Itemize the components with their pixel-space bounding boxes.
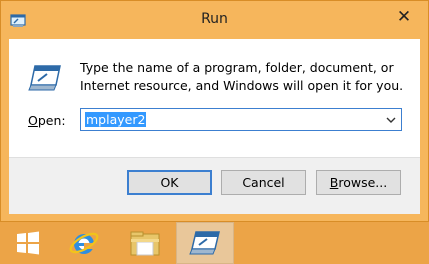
taskbar <box>0 222 429 264</box>
internet-explorer-icon <box>69 232 99 254</box>
run-icon <box>27 63 63 93</box>
browse-button[interactable]: Browse... <box>316 170 401 195</box>
run-dialog-window: Run ✕ Type the name of a program, folder… <box>0 0 429 222</box>
taskbar-internet-explorer[interactable] <box>56 222 112 264</box>
open-label: Open: <box>28 113 66 128</box>
open-input[interactable]: mplayer2 <box>85 112 147 127</box>
close-button[interactable]: ✕ <box>393 7 415 27</box>
open-combobox[interactable]: mplayer2 <box>80 108 402 131</box>
cancel-button[interactable]: Cancel <box>221 170 306 195</box>
title-bar[interactable]: Run ✕ <box>1 1 428 39</box>
dialog-body: Type the name of a program, folder, docu… <box>9 39 420 214</box>
taskbar-file-explorer[interactable] <box>117 222 173 264</box>
open-label-accelerator: O <box>28 113 38 128</box>
start-button[interactable] <box>0 222 56 264</box>
run-icon <box>189 231 220 255</box>
start-icon <box>17 231 39 255</box>
window-title: Run <box>201 11 228 27</box>
chevron-down-icon[interactable] <box>384 112 398 127</box>
run-description: Type the name of a program, folder, docu… <box>80 60 404 93</box>
browse-label: rowse... <box>338 175 388 190</box>
file-explorer-icon <box>130 231 160 256</box>
ok-button[interactable]: OK <box>127 170 212 195</box>
taskbar-run[interactable] <box>176 222 234 264</box>
close-icon: ✕ <box>396 7 412 27</box>
open-label-text: pen: <box>37 113 66 128</box>
